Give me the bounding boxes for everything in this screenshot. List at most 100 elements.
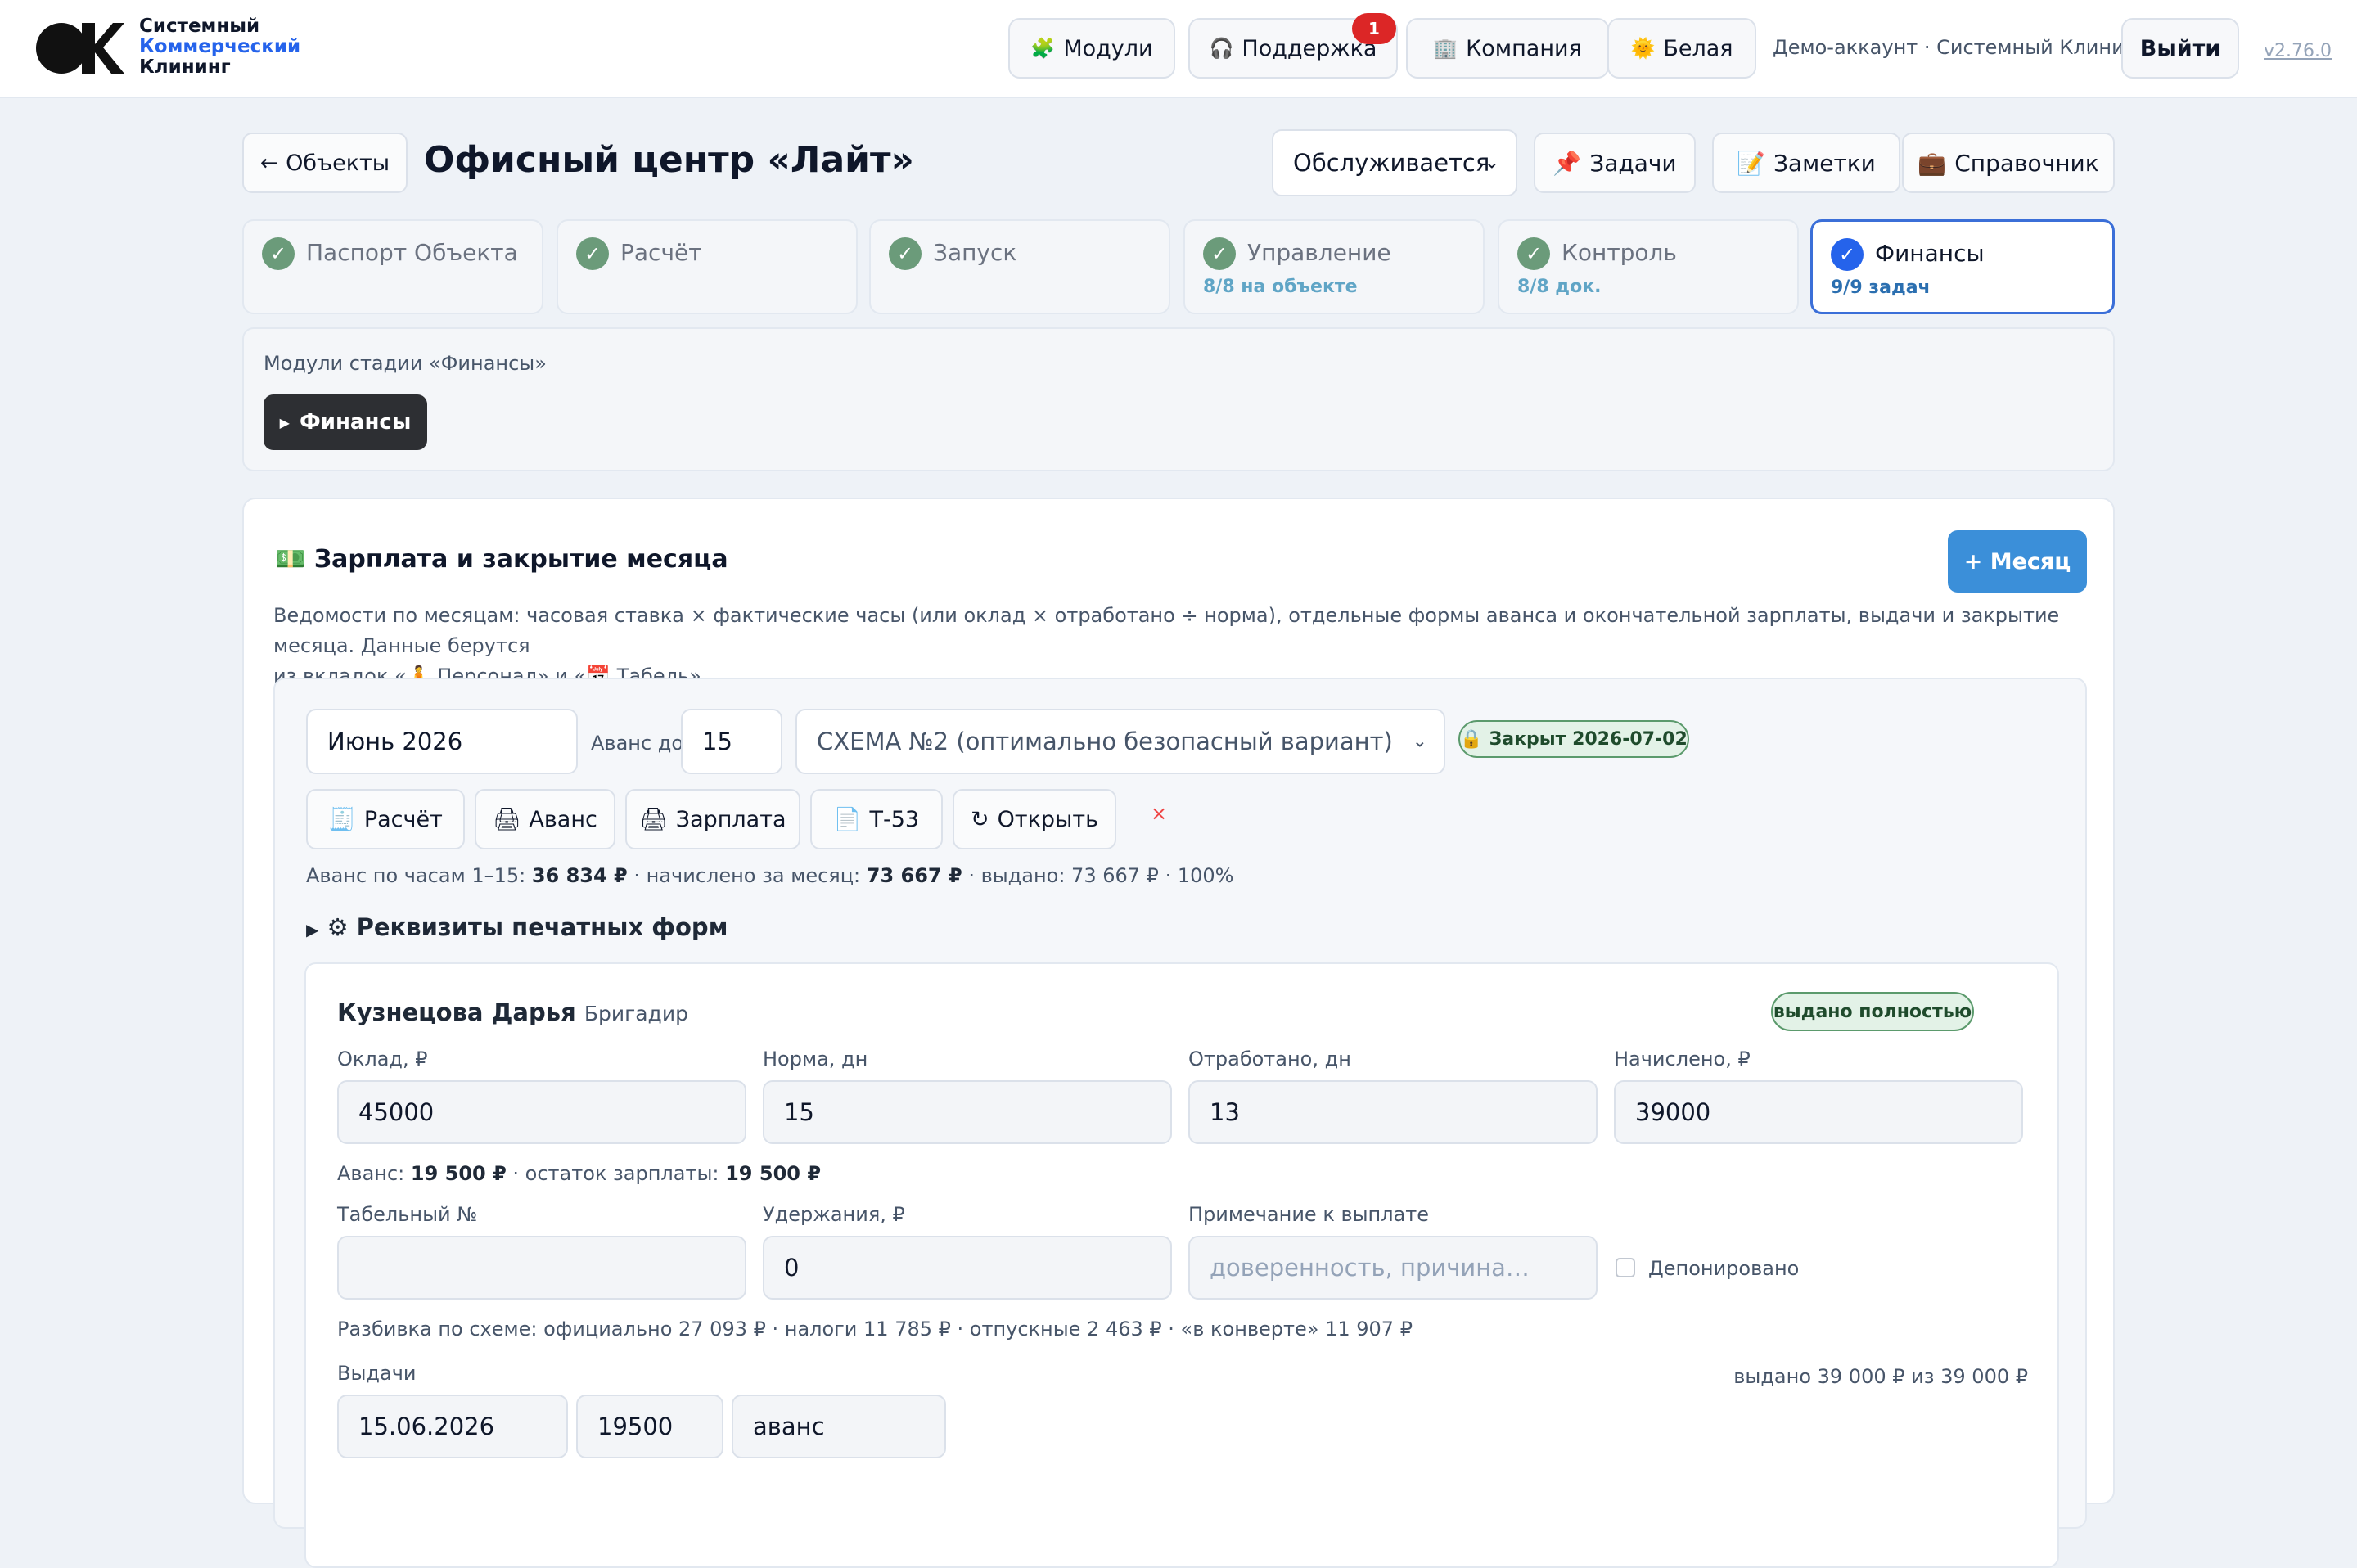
- status-select[interactable]: Обслуживается ⌄: [1272, 129, 1517, 196]
- logo-icon[interactable]: [34, 20, 124, 77]
- check-icon: ✓: [889, 237, 922, 270]
- chevron-down-icon: ⌄: [1484, 152, 1499, 173]
- puzzle-icon: 🧩: [1030, 37, 1056, 60]
- receipt-icon: 🧾: [328, 807, 356, 832]
- advance-form-button[interactable]: 🖨 Аванс: [475, 789, 615, 849]
- stage-progress: 9/9 задач: [1831, 277, 1931, 298]
- accrued-field-label: Начислено, ₽: [1614, 1048, 1751, 1070]
- stage-launch[interactable]: ✓ Запуск: [869, 219, 1170, 314]
- payout-note-placeholder: доверенность, причина…: [1210, 1254, 1530, 1282]
- tab-number-input[interactable]: [337, 1236, 746, 1300]
- tasks-label: Задачи: [1589, 149, 1677, 177]
- stage-finance[interactable]: ✓ Финансы 9/9 задач: [1810, 219, 2115, 314]
- directory-button[interactable]: 💼 Справочник: [1902, 133, 2115, 193]
- building-icon: 🏢: [1433, 37, 1458, 60]
- back-to-objects-button[interactable]: ← Объекты: [242, 133, 408, 193]
- salary-field-label: Оклад, ₽: [337, 1048, 428, 1070]
- reopen-month-button[interactable]: ↻ Открыть: [953, 789, 1116, 849]
- deposited-checkbox[interactable]: [1616, 1258, 1635, 1277]
- summary-accrued: 73 667 ₽: [866, 864, 962, 887]
- salary-title: 💵 Зарплата и закрытие месяца: [275, 545, 728, 574]
- salary-form-button[interactable]: 🖨 Зарплата: [625, 789, 800, 849]
- company-label: Компания: [1466, 35, 1582, 61]
- stage-label: Расчёт: [620, 239, 702, 266]
- payout-note-input[interactable]: доверенность, причина…: [1188, 1236, 1598, 1300]
- advance-note: Аванс: 19 500 ₽ · остаток зарплаты: 19 5…: [337, 1162, 821, 1185]
- payouts-label: Выдачи: [337, 1362, 417, 1385]
- logout-button[interactable]: Выйти: [2121, 18, 2239, 79]
- check-icon: ✓: [1831, 238, 1864, 271]
- payout-date-input[interactable]: 15.06.2026: [337, 1395, 568, 1458]
- summary-advance: 36 834 ₽: [531, 864, 628, 887]
- directory-label: Справочник: [1954, 149, 2099, 177]
- sun-icon: 🌞: [1630, 37, 1656, 60]
- check-icon: ✓: [262, 237, 295, 270]
- accrued-input[interactable]: 39000: [1614, 1080, 2023, 1144]
- stage-progress: 8/8 док.: [1517, 277, 1602, 297]
- printer-icon: 🖨: [493, 807, 521, 832]
- delete-month-button[interactable]: ×: [1151, 802, 1167, 825]
- caret-right-icon: ▶: [306, 920, 319, 939]
- salary-title-text: Зарплата и закрытие месяца: [313, 545, 728, 574]
- brand-line-2: Коммерческий: [139, 36, 301, 57]
- theme-button[interactable]: 🌞 Белая: [1607, 18, 1756, 79]
- brand-name: Системный Коммерческий Клининг: [139, 16, 300, 78]
- month-input[interactable]: Июнь 2026: [306, 709, 578, 774]
- brand-line-3: Клининг: [139, 56, 231, 78]
- stage-management[interactable]: ✓ Управление 8/8 на объекте: [1183, 219, 1485, 314]
- notes-button[interactable]: 📝 Заметки: [1712, 133, 1900, 193]
- calc-label: Расчёт: [363, 806, 443, 832]
- brand-line-1: Системный: [139, 16, 260, 37]
- lock-icon: 🔒: [1460, 728, 1483, 750]
- desc-part: Ведомости по месяцам: часовая ставка × ф…: [273, 604, 2060, 657]
- add-month-button[interactable]: + Месяц: [1948, 530, 2087, 593]
- theme-label: Белая: [1663, 35, 1733, 61]
- salary-input[interactable]: 45000: [337, 1080, 746, 1144]
- summary-part: · начислено за месяц:: [627, 864, 867, 887]
- deductions-input[interactable]: 0: [763, 1236, 1172, 1300]
- t53-form-button[interactable]: 📄 Т-53: [810, 789, 943, 849]
- note-part: Аванс:: [337, 1162, 411, 1185]
- printer-icon: 🖨: [639, 807, 668, 832]
- deposited-label: Депонировано: [1648, 1257, 1800, 1280]
- top-bar: Системный Коммерческий Клининг 🧩 Модули …: [0, 0, 2357, 98]
- summary-part: · выдано: 73 667 ₽ · 100%: [962, 864, 1234, 887]
- worked-field-label: Отработано, дн: [1188, 1048, 1351, 1070]
- advance-until-input[interactable]: 15: [681, 709, 782, 774]
- worked-input[interactable]: 13: [1188, 1080, 1598, 1144]
- reopen-label: Открыть: [997, 806, 1098, 832]
- calc-sheet-button[interactable]: 🧾 Расчёт: [306, 789, 465, 849]
- refresh-icon: ↻: [970, 806, 989, 832]
- t53-label: Т-53: [869, 806, 920, 832]
- norm-field-label: Норма, дн: [763, 1048, 868, 1070]
- scheme-select[interactable]: СХЕМА №2 (оптимально безопасный вариант)…: [795, 709, 1445, 774]
- stage-calculation[interactable]: ✓ Расчёт: [557, 219, 858, 314]
- payout-type-input[interactable]: аванс: [732, 1395, 946, 1458]
- check-icon: ✓: [576, 237, 609, 270]
- closed-badge-text: Закрыт 2026-07-02: [1489, 728, 1688, 750]
- finance-module-label: Финансы: [299, 410, 412, 435]
- salary-label: Зарплата: [675, 806, 786, 832]
- stage-label: Запуск: [933, 239, 1017, 266]
- payout-amount-input[interactable]: 19500: [576, 1395, 723, 1458]
- note-part: · остаток зарплаты:: [506, 1162, 726, 1185]
- notes-label: Заметки: [1773, 149, 1876, 177]
- month-sheet: Июнь 2026 Аванс до 15 СХЕМА №2 (оптималь…: [273, 678, 2087, 1568]
- print-forms-toggle[interactable]: ▶ ⚙ Реквизиты печатных форм: [306, 913, 728, 941]
- stage-passport[interactable]: ✓ Паспорт Объекта: [242, 219, 543, 314]
- norm-input[interactable]: 15: [763, 1080, 1172, 1144]
- stage-control[interactable]: ✓ Контроль 8/8 док.: [1498, 219, 1799, 314]
- payout-status-badge: выдано полностью: [1771, 992, 1974, 1031]
- finance-module-button[interactable]: ▶ Финансы: [264, 394, 427, 450]
- employee-card: Кузнецова Дарья Бригадир выдано полность…: [304, 962, 2059, 1568]
- version-link[interactable]: v2.76.0: [2264, 41, 2332, 61]
- tasks-button[interactable]: 📌 Задачи: [1534, 133, 1696, 193]
- summary-part: Аванс по часам 1–15:: [306, 864, 532, 887]
- account-label: Демо-аккаунт · Системный Клининг: [1773, 36, 2147, 59]
- company-button[interactable]: 🏢 Компания: [1406, 18, 1609, 79]
- scheme-breakdown: Разбивка по схеме: официально 27 093 ₽ ·…: [337, 1318, 1413, 1340]
- money-icon: 💵: [275, 545, 306, 574]
- stage-progress: 8/8 на объекте: [1203, 277, 1358, 297]
- note-advance: 19 500 ₽: [410, 1162, 507, 1185]
- modules-button[interactable]: 🧩 Модули: [1008, 18, 1175, 79]
